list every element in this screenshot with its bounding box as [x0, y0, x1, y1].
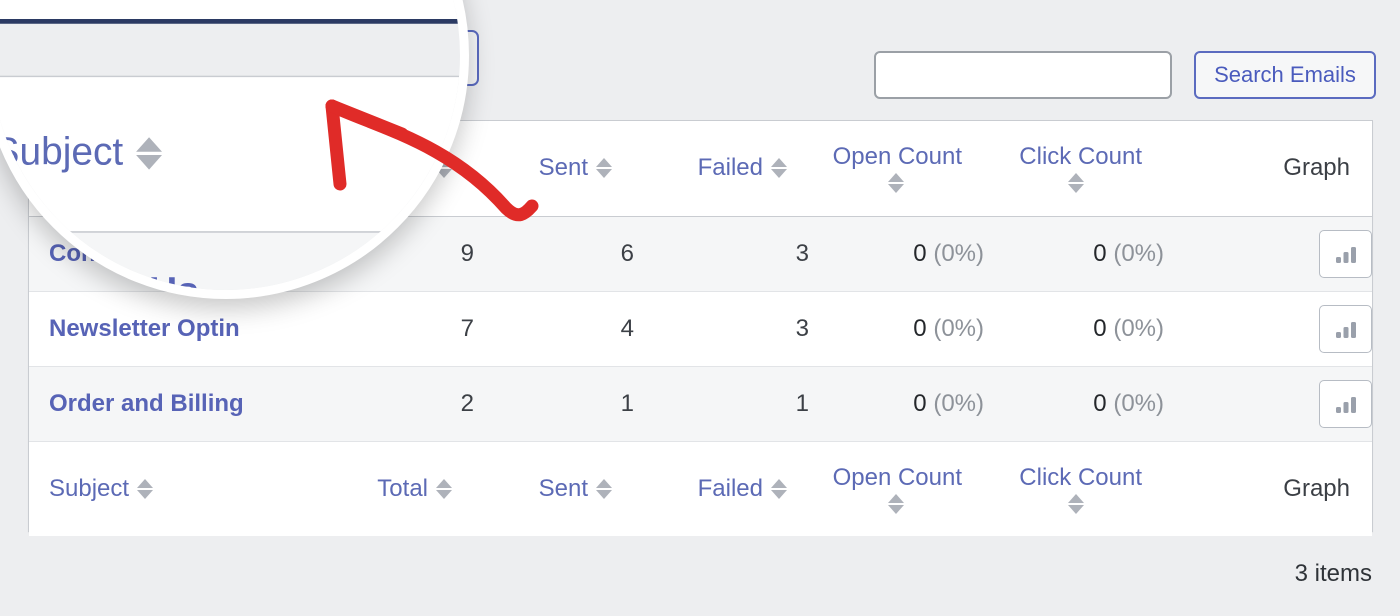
column-label-click-count: Click Count [1019, 143, 1142, 171]
bar-chart-icon [1335, 246, 1356, 263]
table-row: Contact Us 9 6 3 0 (0%) 0 (0%) [0, 231, 460, 290]
magnified-header-row: Subject Total [0, 77, 460, 232]
click-count-percent: (0%) [1113, 239, 1164, 267]
cell-click-count: 0 (0%) [984, 366, 1164, 442]
magnifier-lens-scale: Last 30 days Filter [0, 0, 460, 290]
magnifier-lens-content: Last 30 days Filter [0, 0, 460, 290]
cell-total: 2 [339, 366, 474, 442]
column-header-failed[interactable]: Failed [634, 121, 809, 217]
cell-click-count: 0 (0%) [984, 291, 1164, 367]
graph-button[interactable] [1319, 379, 1372, 428]
click-count-value: 0 [1093, 314, 1107, 342]
table-row: Order and Billing 2 1 1 0 (0%) 0 (0%) [29, 366, 1372, 442]
footer-column-label-subject: Subject [49, 474, 130, 502]
table-footer: Subject Total Sent Failed Open Count Cli… [29, 440, 1372, 536]
cell-open-count: 0 (0%) [809, 291, 984, 367]
footer-column-header-subject[interactable]: Subject [29, 440, 339, 536]
cell-failed: 1 [634, 366, 809, 442]
footer-column-header-sent[interactable]: Sent [474, 440, 634, 536]
cell-total: 7 [339, 291, 474, 367]
open-count-value: 0 [913, 239, 927, 267]
cell-subject: Newsletter Optin [29, 291, 339, 367]
magnified-column-header-subject[interactable]: Subject [0, 77, 460, 232]
open-count-percent: (0%) [933, 239, 984, 267]
magnified-email-log-table: Subject Total [0, 77, 460, 290]
column-label-open-count: Open Count [832, 143, 962, 171]
cell-sent: 6 [474, 216, 634, 292]
cell-graph [1164, 291, 1372, 367]
cell-subject: Order and Billing [29, 366, 339, 442]
magnified-toolbar: Last 30 days Filter [0, 0, 460, 27]
open-count-percent: (0%) [933, 389, 984, 417]
open-count-value: 0 [913, 389, 927, 417]
sort-arrows-icon[interactable] [436, 478, 452, 499]
subject-link[interactable]: Newsletter Optin [29, 315, 339, 343]
search-emails-label: Search Emails [1214, 62, 1356, 87]
cell-click-count: 0 (0%) [984, 216, 1164, 292]
sort-arrows-icon[interactable] [771, 478, 787, 499]
cell-failed: 3 [634, 216, 809, 292]
sort-arrows-icon[interactable] [596, 478, 612, 499]
footer-column-header-failed[interactable]: Failed [634, 440, 809, 536]
cell-subject: Contact Us [0, 231, 460, 290]
footer-column-header-total[interactable]: Total [339, 440, 474, 536]
column-label-graph: Graph [1283, 154, 1350, 182]
magnified-table-header: Subject Total [0, 77, 460, 232]
column-label-failed: Failed [697, 154, 763, 182]
column-header-click-count[interactable]: Click Count [984, 121, 1164, 217]
cell-failed: 3 [634, 291, 809, 367]
sort-arrows-icon[interactable] [888, 173, 904, 194]
magnified-table-body: Contact Us 9 6 3 0 (0%) 0 (0%) [0, 231, 460, 290]
sort-arrows-icon[interactable] [1068, 173, 1084, 194]
click-count-value: 0 [1093, 389, 1107, 417]
cell-sent: 1 [474, 366, 634, 442]
sort-arrows-icon[interactable] [137, 478, 154, 499]
cell-graph [1164, 366, 1372, 442]
sort-arrows-icon[interactable] [771, 158, 787, 179]
magnifier-lens: Last 30 days Filter [0, 0, 469, 299]
table-row: Newsletter Optin 7 4 3 0 (0%) 0 (0%) [29, 291, 1372, 367]
column-header-graph: Graph [1164, 121, 1372, 217]
column-header-open-count[interactable]: Open Count [809, 121, 984, 217]
magnified-date-filter-dropdown[interactable]: Last 30 days [0, 0, 460, 24]
sort-arrows-icon[interactable] [596, 158, 612, 179]
items-count: 3 items [1294, 560, 1372, 587]
open-count-percent: (0%) [933, 314, 984, 342]
footer-column-label-failed: Failed [697, 474, 763, 502]
open-count-value: 0 [913, 314, 927, 342]
footer-column-label-click-count: Click Count [1019, 463, 1142, 491]
footer-column-label-graph: Graph [1283, 474, 1350, 502]
column-header-sent[interactable]: Sent [474, 121, 634, 217]
search-emails-button[interactable]: Search Emails [1194, 51, 1376, 99]
footer-column-label-sent: Sent [538, 474, 588, 502]
graph-button[interactable] [1319, 304, 1372, 353]
footer-column-header-click-count[interactable]: Click Count [984, 440, 1164, 536]
footer-row: Subject Total Sent Failed Open Count Cli… [29, 440, 1372, 536]
cell-open-count: 0 (0%) [809, 366, 984, 442]
cell-sent: 4 [474, 291, 634, 367]
graph-button[interactable] [1319, 229, 1372, 278]
click-count-percent: (0%) [1113, 389, 1164, 417]
footer-column-label-total: Total [377, 474, 428, 502]
sort-arrows-icon[interactable] [1068, 493, 1084, 514]
click-count-percent: (0%) [1113, 314, 1164, 342]
sort-arrows-icon[interactable] [136, 137, 163, 171]
bar-chart-icon [1335, 396, 1356, 413]
click-count-value: 0 [1093, 239, 1107, 267]
search-input[interactable] [874, 51, 1172, 99]
magnified-table-container: Subject Total [0, 75, 460, 290]
column-label-sent: Sent [538, 154, 588, 182]
footer-column-label-open-count: Open Count [832, 463, 962, 491]
footer-column-header-graph: Graph [1164, 440, 1372, 536]
sort-arrows-icon[interactable] [888, 493, 904, 514]
cell-open-count: 0 (0%) [809, 216, 984, 292]
subject-link[interactable]: Order and Billing [29, 390, 339, 418]
footer-column-header-open-count[interactable]: Open Count [809, 440, 984, 536]
cell-graph [1164, 216, 1372, 292]
magnified-column-label-subject: Subject [0, 131, 124, 175]
bar-chart-icon [1335, 321, 1356, 338]
